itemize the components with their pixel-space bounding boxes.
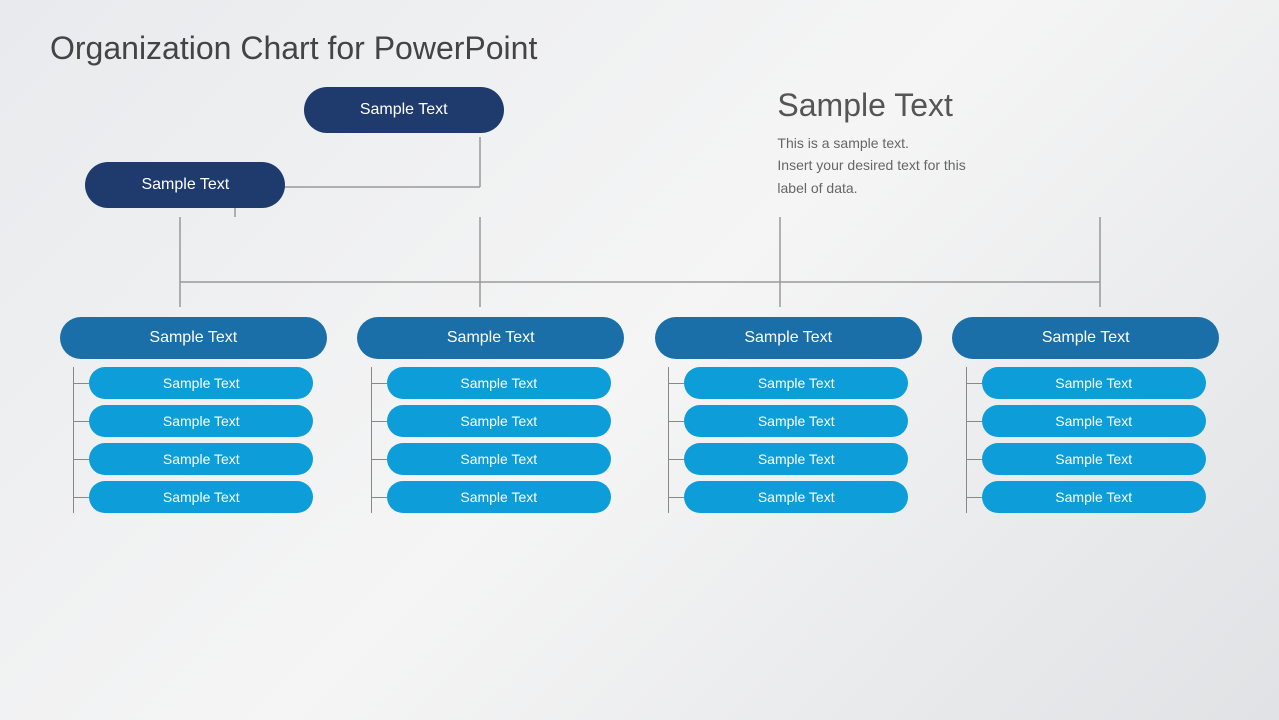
col-1-item-1: Sample Text bbox=[89, 367, 313, 399]
root-node: Sample Text bbox=[304, 87, 504, 133]
col-4-item-4: Sample Text bbox=[982, 481, 1206, 513]
org-chart: Sample Text Sample Text Sample Text This… bbox=[50, 87, 1229, 513]
col-1-item-2: Sample Text bbox=[89, 405, 313, 437]
column-4: Sample Text Sample Text Sample Text Samp… bbox=[952, 317, 1219, 513]
col-4-item-3: Sample Text bbox=[982, 443, 1206, 475]
col-3-header: Sample Text bbox=[655, 317, 922, 359]
col-2-item-3: Sample Text bbox=[387, 443, 611, 475]
col-1-items: Sample Text Sample Text Sample Text Samp… bbox=[73, 367, 313, 513]
col-4-item-2: Sample Text bbox=[982, 405, 1206, 437]
sub-root-node: Sample Text bbox=[85, 162, 285, 208]
page-title: Organization Chart for PowerPoint bbox=[50, 30, 1229, 67]
info-title: Sample Text bbox=[777, 87, 1229, 124]
col-4-items: Sample Text Sample Text Sample Text Samp… bbox=[966, 367, 1206, 513]
col-4-item-1: Sample Text bbox=[982, 367, 1206, 399]
col-4-header: Sample Text bbox=[952, 317, 1219, 359]
col-3-item-3: Sample Text bbox=[684, 443, 908, 475]
col-2-items: Sample Text Sample Text Sample Text Samp… bbox=[371, 367, 611, 513]
column-2: Sample Text Sample Text Sample Text Samp… bbox=[357, 317, 624, 513]
column-3: Sample Text Sample Text Sample Text Samp… bbox=[655, 317, 922, 513]
page: Organization Chart for PowerPoint bbox=[0, 0, 1279, 720]
col-2-item-2: Sample Text bbox=[387, 405, 611, 437]
col-2-header: Sample Text bbox=[357, 317, 624, 359]
col-3-item-2: Sample Text bbox=[684, 405, 908, 437]
col-3-items: Sample Text Sample Text Sample Text Samp… bbox=[668, 367, 908, 513]
col-3-item-1: Sample Text bbox=[684, 367, 908, 399]
info-body: This is a sample text. Insert your desir… bbox=[777, 132, 1229, 199]
col-1-item-3: Sample Text bbox=[89, 443, 313, 475]
columns-row: Sample Text Sample Text Sample Text Samp… bbox=[50, 317, 1229, 513]
col-1-header: Sample Text bbox=[60, 317, 327, 359]
col-2-item-1: Sample Text bbox=[387, 367, 611, 399]
col-2-item-4: Sample Text bbox=[387, 481, 611, 513]
column-1: Sample Text Sample Text Sample Text Samp… bbox=[60, 317, 327, 513]
col-1-item-4: Sample Text bbox=[89, 481, 313, 513]
info-panel: Sample Text This is a sample text. Inser… bbox=[757, 87, 1229, 199]
col-3-item-4: Sample Text bbox=[684, 481, 908, 513]
